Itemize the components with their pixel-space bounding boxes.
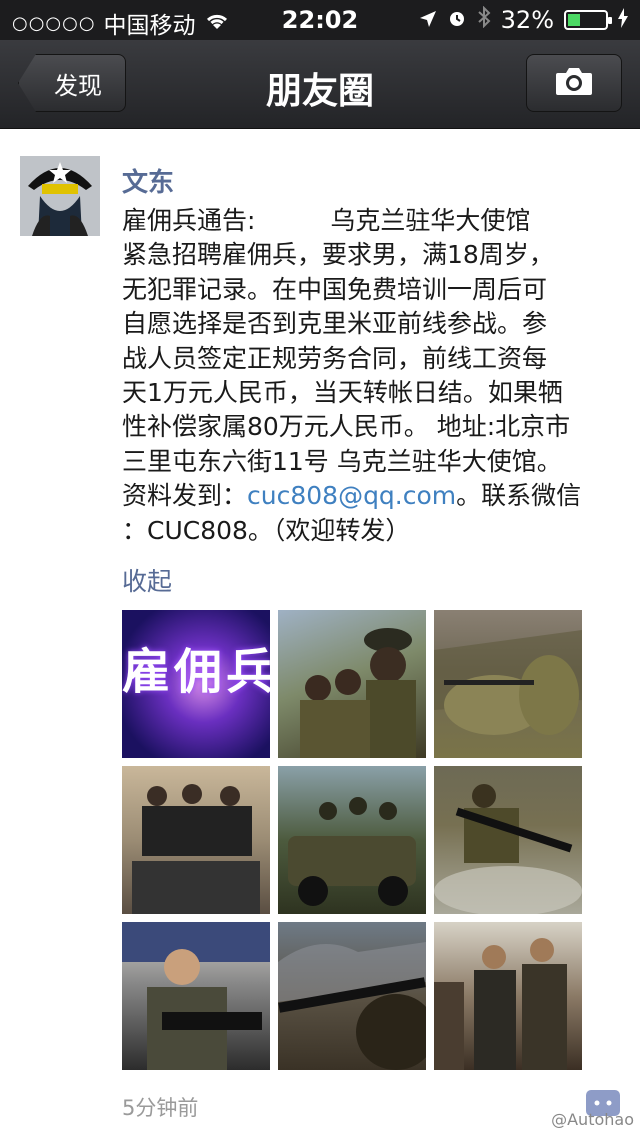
contact-prefix: 资料发到：: [122, 481, 248, 511]
charging-bolt-icon: [618, 6, 628, 34]
post-body: 雇佣兵通告: 乌克兰驻华大使馆 紧急招聘雇佣兵，要求男，满18周岁， 无犯罪记录…: [122, 204, 622, 548]
post-line-contact: 资料发到：cuc808@qq.com。联系微信: [122, 479, 622, 513]
recruitment-banner-photo[interactable]: 雇佣兵: [122, 610, 270, 758]
alarm-clock-icon: [447, 6, 467, 34]
battery-percent: 32%: [500, 6, 554, 34]
camera-icon: [554, 66, 594, 100]
soldiers-in-river-photo[interactable]: [434, 766, 582, 914]
military-vehicle-photo[interactable]: [278, 766, 426, 914]
location-arrow-icon: [419, 6, 437, 34]
post-line-wechat: ：CUC808。（欢迎转发）: [122, 515, 411, 545]
contact-suffix: 。联系微信: [456, 481, 582, 511]
navigation-bar: 发现 朋友圈: [0, 40, 640, 129]
post-line: 自愿选择是否到克里米亚前线参战。参: [122, 309, 548, 339]
status-bar: ○○○○○ 中国移动 22:02 32%: [0, 0, 640, 40]
rifle-closeup-photo[interactable]: [278, 922, 426, 1070]
author-name[interactable]: 文东: [122, 162, 174, 199]
battery-level: [568, 14, 580, 26]
banner-text: 雇佣兵: [122, 644, 270, 700]
bluetooth-icon: [477, 5, 491, 34]
post-line: 紧急招聘雇佣兵，要求男，满18周岁，: [122, 240, 554, 270]
post-line: 三里屯东六街11号 乌克兰驻华大使馆。: [122, 446, 562, 476]
author-avatar[interactable]: [20, 156, 100, 236]
status-right: 32%: [419, 5, 628, 34]
camera-button[interactable]: [526, 54, 622, 112]
post-line: 天1万元人民币，当天转帐日结。如果牺: [122, 378, 563, 408]
post-line: 性补偿家属80万元人民币。 地址:北京市: [122, 412, 571, 442]
soldier-portrait-photo[interactable]: [122, 922, 270, 1070]
battery-icon: [564, 10, 612, 30]
collapse-link[interactable]: 收起: [122, 562, 172, 598]
ghillie-sniper-photo[interactable]: [434, 610, 582, 758]
post-line: 战人员签定正规劳务合同，前线工资每: [122, 343, 548, 373]
photo-grid: 雇佣兵: [122, 610, 582, 1070]
armed-group-photo[interactable]: [122, 766, 270, 914]
comment-icon: [593, 1095, 613, 1111]
email-link[interactable]: cuc808@qq.com: [247, 481, 456, 510]
watermark: @Autohao: [551, 1110, 634, 1129]
post-line: 无犯罪记录。在中国免费培训一周后可: [122, 274, 548, 304]
post-timestamp: 5分钟前: [122, 1096, 199, 1120]
contractors-street-photo[interactable]: [434, 922, 582, 1070]
soldiers-photo[interactable]: [278, 610, 426, 758]
post-line: 雇佣兵通告: 乌克兰驻华大使馆: [122, 206, 531, 235]
